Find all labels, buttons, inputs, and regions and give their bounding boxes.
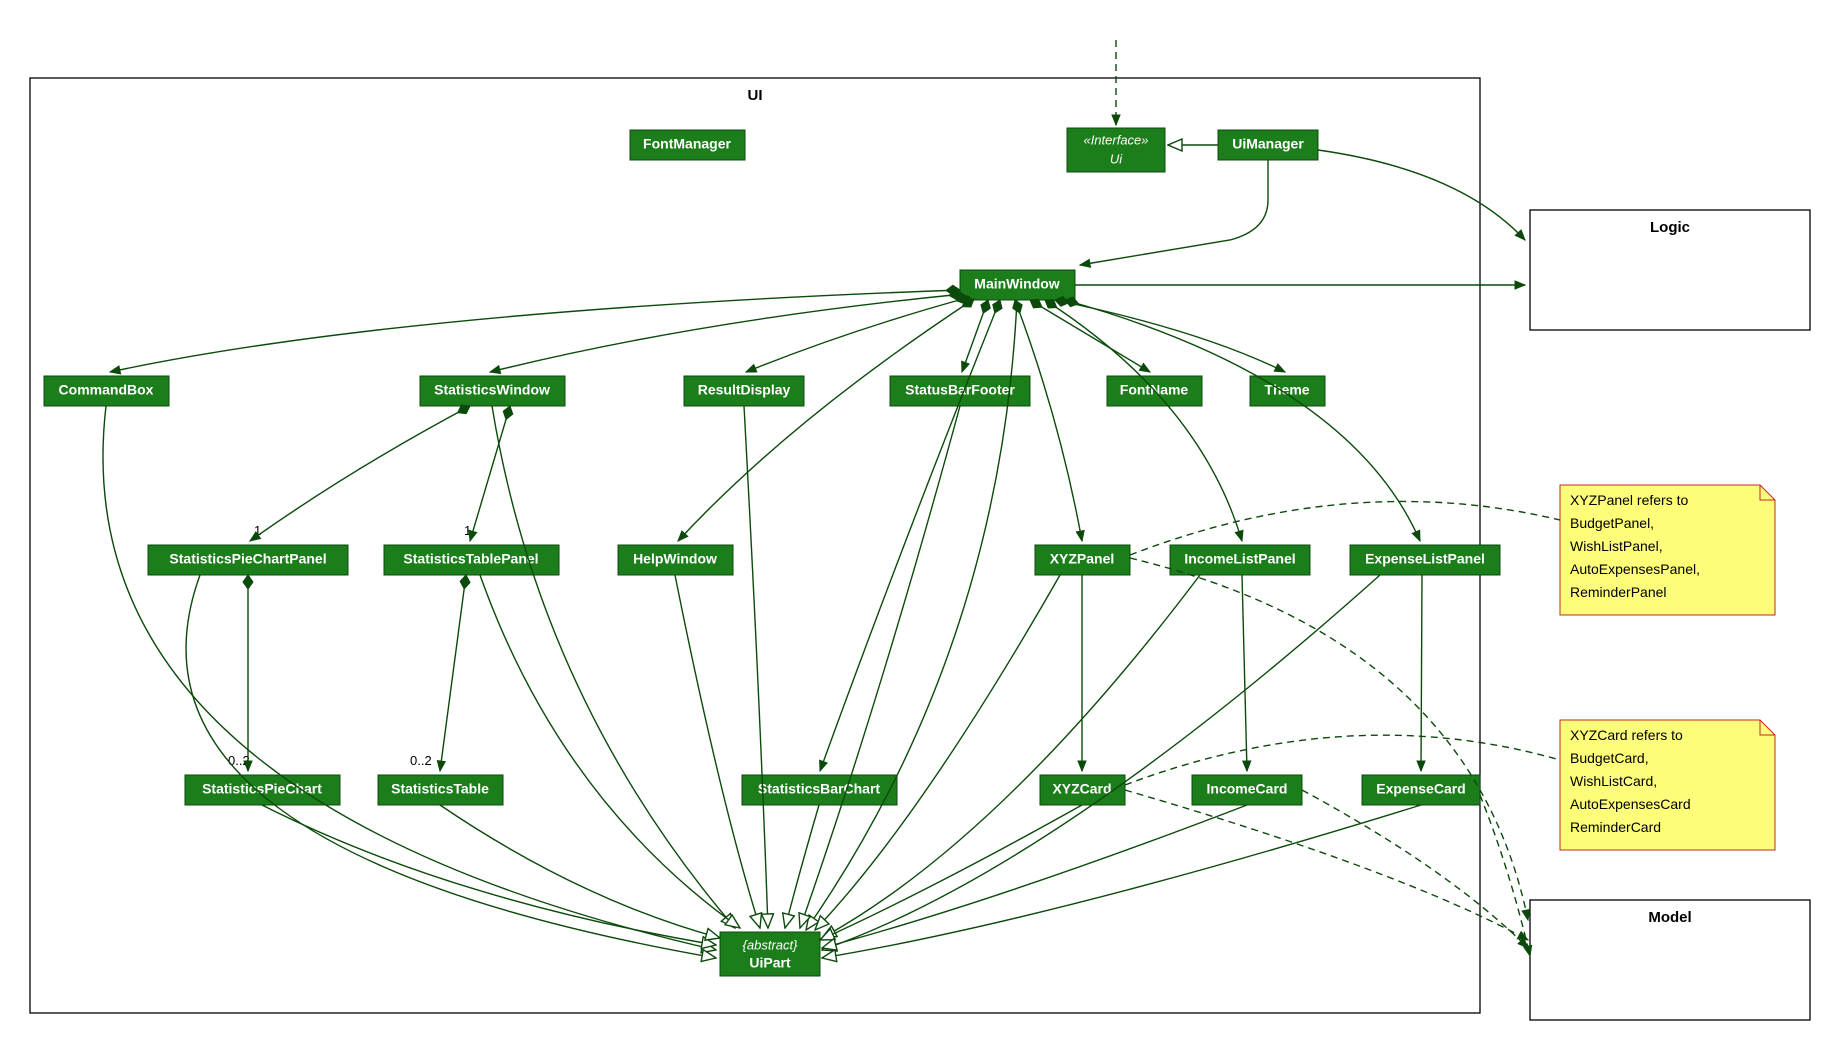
svg-text:StatisticsWindow: StatisticsWindow xyxy=(434,382,550,398)
note-xyzpanel: XYZPanel refers to BudgetPanel, WishList… xyxy=(1560,485,1775,615)
class-ui-interface: «Interface» Ui xyxy=(1067,128,1165,172)
comp-mw-expensepanel xyxy=(1065,300,1420,541)
svg-text:FontManager: FontManager xyxy=(643,136,731,152)
svg-text:ExpenseCard: ExpenseCard xyxy=(1376,781,1465,797)
package-ui-label: UI xyxy=(748,87,763,104)
inh-statusbar-uipart xyxy=(800,406,960,928)
comp-mw-helpwindow xyxy=(678,299,974,541)
comp-tablepanel-table xyxy=(440,575,466,771)
class-xyzcard: XYZCard xyxy=(1040,775,1125,805)
class-statisticstable: StatisticsTable xyxy=(378,775,503,805)
svg-text:StatisticsPieChartPanel: StatisticsPieChartPanel xyxy=(169,551,326,567)
comp-mw-statswin xyxy=(490,294,963,372)
svg-text:WishListPanel,: WishListPanel, xyxy=(1570,538,1663,554)
dep-xyzpanel-model xyxy=(1130,558,1528,920)
svg-text:{abstract}: {abstract} xyxy=(743,937,799,952)
dep-xyzcard-model xyxy=(1125,790,1528,940)
assoc-expensepanel-expensecard xyxy=(1421,575,1422,771)
anchor-note-xyzcard xyxy=(1125,735,1560,785)
svg-text:WishListCard,: WishListCard, xyxy=(1570,773,1657,789)
svg-text:XYZPanel refers to: XYZPanel refers to xyxy=(1570,492,1688,508)
svg-text:ReminderPanel: ReminderPanel xyxy=(1570,584,1667,600)
svg-text:ExpenseListPanel: ExpenseListPanel xyxy=(1365,551,1485,567)
class-incomecard: IncomeCard xyxy=(1192,775,1302,805)
mult-tablepanel: 1 xyxy=(464,523,471,538)
svg-text:XYZPanel: XYZPanel xyxy=(1050,551,1115,567)
note-xyzcard: XYZCard refers to BudgetCard, WishListCa… xyxy=(1560,720,1775,850)
comp-mw-resultdisplay xyxy=(746,297,970,372)
class-statisticswindow: StatisticsWindow xyxy=(420,376,565,406)
class-uimanager: UiManager xyxy=(1218,130,1318,160)
svg-text:BudgetPanel,: BudgetPanel, xyxy=(1570,515,1654,531)
class-theme: Theme xyxy=(1250,376,1325,406)
svg-text:HelpWindow: HelpWindow xyxy=(633,551,717,567)
inh-incomecard-uipart xyxy=(822,805,1247,948)
svg-text:StatisticsTable: StatisticsTable xyxy=(391,781,489,797)
svg-text:«Interface»: «Interface» xyxy=(1083,132,1148,147)
svg-text:ReminderCard: ReminderCard xyxy=(1570,819,1661,835)
package-logic-label: Logic xyxy=(1650,219,1690,236)
comp-statswin-tablepanel xyxy=(470,406,510,541)
class-xyzpanel: XYZPanel xyxy=(1035,545,1130,575)
svg-text:UiPart: UiPart xyxy=(749,955,791,971)
inh-piechart-uipart xyxy=(262,805,716,945)
uml-class-diagram: UI Logic Model FontManager «Interface» U… xyxy=(0,0,1832,1057)
mult-table: 0..2 xyxy=(410,753,432,768)
svg-text:StatisticsTablePanel: StatisticsTablePanel xyxy=(403,551,538,567)
mult-piechart: 0..2 xyxy=(228,753,250,768)
svg-text:StatisticsBarChart: StatisticsBarChart xyxy=(758,781,880,797)
inh-piechartpanel-uipart xyxy=(186,575,716,958)
svg-text:IncomeListPanel: IncomeListPanel xyxy=(1184,551,1295,567)
comp-mw-statsbarchart xyxy=(820,300,1000,771)
inh-resultdisplay-uipart xyxy=(744,406,768,928)
class-statisticsbarchart: StatisticsBarChart xyxy=(742,775,897,805)
class-expensecard: ExpenseCard xyxy=(1362,775,1480,805)
class-fontmanager: FontManager xyxy=(630,130,745,160)
inh-incomepanel-uipart xyxy=(822,575,1200,938)
class-helpwindow: HelpWindow xyxy=(618,545,733,575)
comp-mw-commandbox xyxy=(110,290,960,372)
class-mainwindow: MainWindow xyxy=(960,270,1075,300)
inh-statswin-uipart xyxy=(492,406,735,928)
dep-incomecard-model xyxy=(1302,790,1528,948)
comp-statswin-piechartpanel xyxy=(250,406,470,541)
class-expenselistpanel: ExpenseListPanel xyxy=(1350,545,1500,575)
comp-mw-xyzpanel xyxy=(1015,300,1082,541)
inh-expensepanel-uipart xyxy=(822,575,1380,950)
svg-text:XYZCard refers to: XYZCard refers to xyxy=(1570,727,1683,743)
inh-tablepanel-uipart xyxy=(480,575,740,928)
inh-expensecard-uipart xyxy=(822,805,1421,958)
assoc-uimanager-mainwindow xyxy=(1080,160,1268,265)
svg-text:ResultDisplay: ResultDisplay xyxy=(698,382,791,398)
comp-mw-fontname xyxy=(1030,300,1150,372)
svg-text:XYZCard: XYZCard xyxy=(1052,781,1111,797)
class-incomelistpanel: IncomeListPanel xyxy=(1170,545,1310,575)
inh-xyzcard-uipart xyxy=(820,805,1082,940)
svg-text:AutoExpensesCard: AutoExpensesCard xyxy=(1570,796,1691,812)
svg-text:IncomeCard: IncomeCard xyxy=(1207,781,1288,797)
inh-commandbox-uipart xyxy=(103,406,716,950)
assoc-incomepanel-incomecard xyxy=(1242,575,1247,771)
dep-expensecard-model xyxy=(1480,795,1530,956)
class-resultdisplay: ResultDisplay xyxy=(684,376,804,406)
inh-barchart-uipart xyxy=(785,805,819,928)
package-model-label: Model xyxy=(1648,909,1691,926)
svg-text:StatusBarFooter: StatusBarFooter xyxy=(905,382,1015,398)
svg-text:MainWindow: MainWindow xyxy=(974,276,1060,292)
inh-helpwindow-uipart xyxy=(675,575,760,928)
inh-xyzpanel-uipart xyxy=(815,575,1060,930)
svg-text:AutoExpensesPanel,: AutoExpensesPanel, xyxy=(1570,561,1700,577)
class-statisticspiechartpanel: StatisticsPieChartPanel xyxy=(148,545,348,575)
svg-text:Ui: Ui xyxy=(1110,151,1123,166)
class-uipart: {abstract} UiPart xyxy=(720,932,820,976)
svg-text:UiManager: UiManager xyxy=(1232,136,1304,152)
class-commandbox: CommandBox xyxy=(44,376,169,406)
svg-text:BudgetCard,: BudgetCard, xyxy=(1570,750,1649,766)
assoc-uimanager-logic xyxy=(1318,150,1525,240)
class-statisticspiechart: StatisticsPieChart xyxy=(185,775,340,805)
svg-text:CommandBox: CommandBox xyxy=(59,382,154,398)
